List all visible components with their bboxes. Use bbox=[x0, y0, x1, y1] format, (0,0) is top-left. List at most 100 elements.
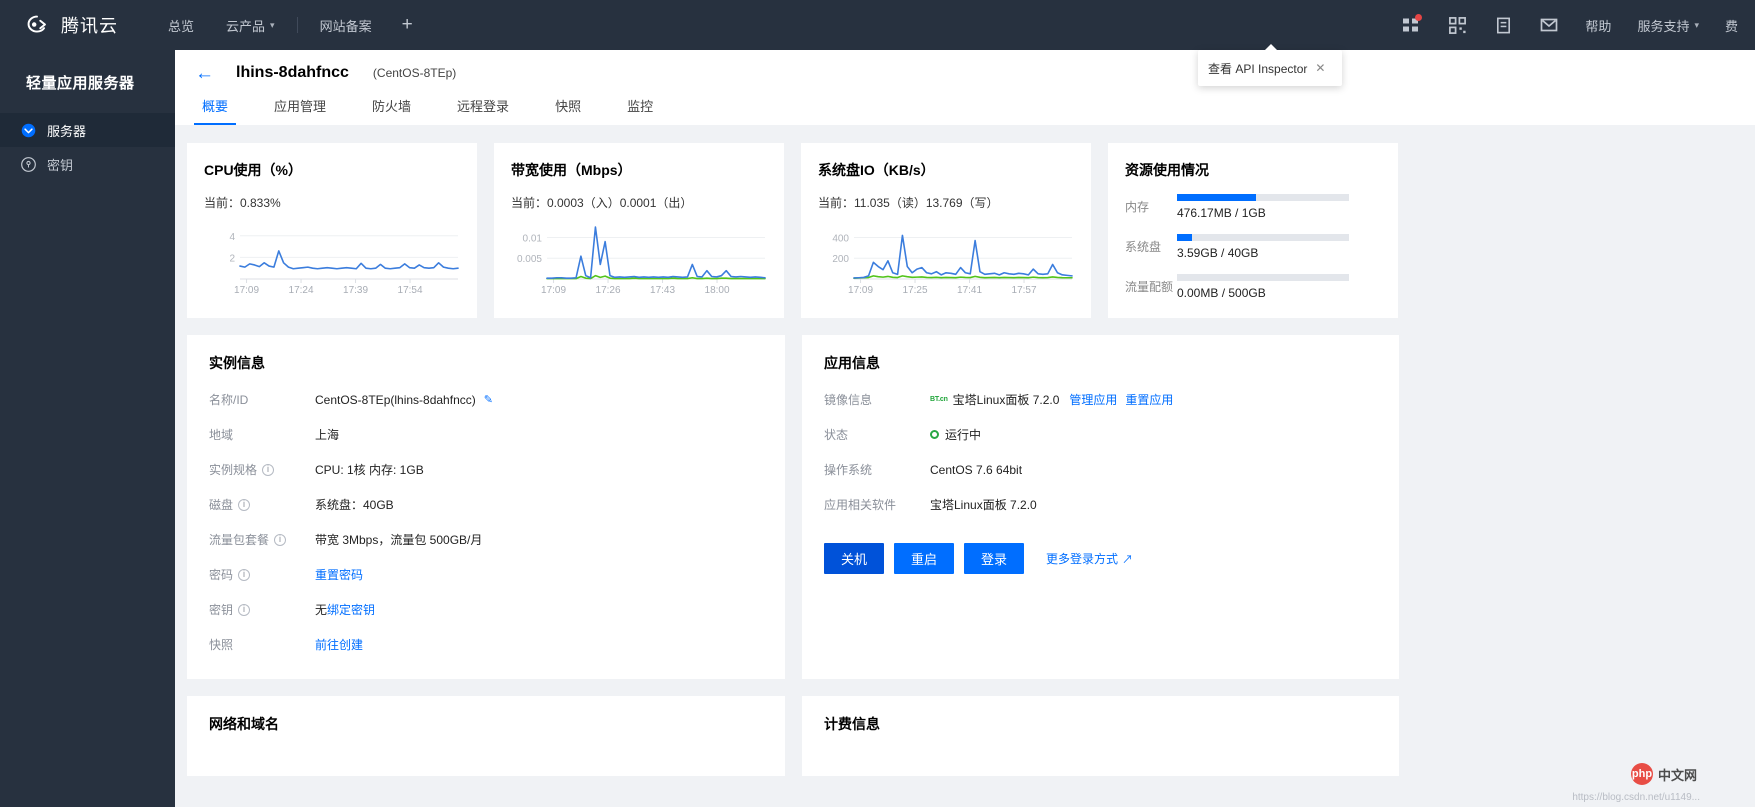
info-label-text: 流量包套餐 bbox=[209, 533, 270, 547]
api-inspector-tooltip-text: 查看 API Inspector bbox=[1208, 61, 1308, 76]
disk-io-chart-svg: 200 400 17:09 17:25 17:41 17:57 bbox=[832, 233, 1073, 296]
apps-icon-button[interactable] bbox=[1388, 0, 1434, 50]
billing-label: 费 bbox=[1724, 18, 1738, 34]
close-icon[interactable]: ✕ bbox=[1315, 61, 1325, 75]
app-row-os: 操作系统 CentOS 7.6 64bit bbox=[824, 461, 1377, 478]
os-value: CentOS 7.6 64bit bbox=[930, 462, 1023, 477]
sidebar-item-label: 密钥 bbox=[47, 157, 74, 173]
svg-text:17:54: 17:54 bbox=[398, 285, 423, 296]
status-badge: 运行中 bbox=[945, 428, 982, 442]
usage-row-traffic-quota: 流量配额 0.00MB / 500GB bbox=[1125, 274, 1381, 300]
app-row-software: 应用相关软件 宝塔Linux面板 7.2.0 bbox=[824, 496, 1377, 513]
sidebar-item-servers[interactable]: 服务器 bbox=[0, 113, 175, 147]
cpu-chart: 2 4 17:09 17:24 17:39 17:54 bbox=[204, 221, 460, 297]
help-link[interactable]: 帮助 bbox=[1572, 0, 1624, 50]
info-icon[interactable]: i bbox=[238, 603, 251, 616]
cpu-usage-card: CPU使用（%） 当前：0.833% 2 4 17:09 17:24 17:39 17:5… bbox=[187, 143, 477, 318]
reset-app-link[interactable]: 重置应用 bbox=[1125, 391, 1173, 408]
svg-text:17:39: 17:39 bbox=[343, 285, 368, 296]
instance-row-password: 密码 i 重置密码 bbox=[209, 566, 763, 583]
topnav-item-overview[interactable]: 总览 bbox=[152, 0, 210, 50]
page-title-row: ← lhins-8dahfncc (CentOS-8TEp) bbox=[175, 50, 1755, 96]
instance-info-card: 实例信息 名称/ID CentOS-8TEp(lhins-8dahfncc) ✎… bbox=[187, 335, 785, 679]
bandwidth-current-value: 当前：0.0003（入）0.0001（出） bbox=[511, 196, 693, 210]
billing-link[interactable]: 费 bbox=[1712, 0, 1751, 50]
topnav-item-products[interactable]: 云产品 ▾ bbox=[210, 0, 291, 50]
instance-row-name: 名称/ID CentOS-8TEp(lhins-8dahfncc) ✎ bbox=[209, 391, 763, 408]
svg-text:18:00: 18:00 bbox=[705, 285, 730, 296]
app-action-buttons: 关机 重启 登录 更多登录方式 ↗ bbox=[824, 543, 1377, 574]
disk-io-card-title: 系统盘IO（KB/s） bbox=[818, 162, 935, 178]
svg-text:17:26: 17:26 bbox=[596, 285, 621, 296]
add-shortcut-button[interactable]: + bbox=[388, 0, 427, 50]
svg-text:0.005: 0.005 bbox=[517, 254, 542, 265]
bandwidth-chart: 0.005 0.01 17:09 17:26 17:43 18:00 bbox=[511, 221, 767, 297]
topnav-label: 总览 bbox=[168, 18, 195, 34]
sidebar-item-keys[interactable]: 密钥 bbox=[0, 147, 175, 181]
status-running-icon bbox=[930, 430, 939, 439]
disk-usage-value: 3.59GB / 40GB bbox=[1177, 246, 1259, 260]
tab-app-management[interactable]: 应用管理 bbox=[266, 96, 334, 125]
info-label-text: 密码 bbox=[209, 568, 234, 582]
reset-password-link[interactable]: 重置密码 bbox=[315, 566, 363, 583]
top-header: 腾讯云 总览 云产品 ▾ 网站备案 + 帮助 服务支持 ▾ 费 bbox=[0, 0, 1755, 50]
software-value: 宝塔Linux面板 7.2.0 bbox=[930, 498, 1037, 512]
info-icon[interactable]: i bbox=[262, 463, 275, 476]
bt-panel-logo-icon: BT.cn bbox=[930, 396, 948, 403]
bottom-row: 网络和域名 计费信息 bbox=[187, 696, 1743, 776]
php-watermark: php 中文网 bbox=[1630, 763, 1697, 785]
create-snapshot-link[interactable]: 前往创建 bbox=[315, 636, 363, 653]
bandwidth-usage-card: 带宽使用（Mbps） 当前：0.0003（入）0.0001（出） 0.005 0.… bbox=[494, 143, 784, 318]
cpu-card-title: CPU使用（%） bbox=[204, 162, 303, 178]
info-icon[interactable]: i bbox=[238, 568, 251, 581]
nav-divider bbox=[296, 17, 298, 33]
tab-monitor[interactable]: 监控 bbox=[619, 96, 661, 125]
usage-row-system-disk: 系统盘 3.59GB / 40GB bbox=[1125, 234, 1381, 260]
help-label: 帮助 bbox=[1585, 18, 1612, 34]
tab-firewall[interactable]: 防火墙 bbox=[364, 96, 419, 125]
brand-logo-group[interactable]: 腾讯云 bbox=[0, 10, 152, 40]
more-login-methods-link[interactable]: 更多登录方式 ↗ bbox=[1046, 550, 1133, 567]
info-label-text: 名称/ID bbox=[209, 393, 249, 407]
qrcode-icon-button[interactable] bbox=[1434, 0, 1480, 50]
chevron-down-icon: ▾ bbox=[1694, 19, 1699, 30]
document-icon-button[interactable] bbox=[1480, 0, 1526, 50]
overview-content: CPU使用（%） 当前：0.833% 2 4 17:09 17:24 17:39 17:5… bbox=[175, 125, 1755, 776]
tab-snapshot[interactable]: 快照 bbox=[547, 96, 589, 125]
tab-remote-login[interactable]: 远程登录 bbox=[449, 96, 517, 125]
shutdown-button[interactable]: 关机 bbox=[824, 543, 884, 574]
resource-usage-card: 资源使用情况 内存 476.17MB / 1GB 系统盘 3.59GB / 40… bbox=[1108, 143, 1398, 318]
edit-pencil-icon[interactable]: ✎ bbox=[484, 393, 493, 406]
top-right-group: 帮助 服务支持 ▾ 费 bbox=[1388, 0, 1755, 50]
info-icon[interactable]: i bbox=[238, 498, 251, 511]
mail-icon-button[interactable] bbox=[1526, 0, 1572, 50]
info-label-text: 操作系统 bbox=[824, 463, 873, 477]
app-info-card: 应用信息 镜像信息 BT.cn 宝塔Linux面板 7.2.0 管理应用 重置应… bbox=[802, 335, 1399, 679]
sidebar: 轻量应用服务器 服务器 密钥 bbox=[0, 50, 175, 807]
restart-button[interactable]: 重启 bbox=[894, 543, 954, 574]
spec-value: CPU: 1核 内存: 1GB bbox=[315, 463, 424, 477]
topnav-item-icp[interactable]: 网站备案 bbox=[304, 0, 388, 50]
svg-text:17:43: 17:43 bbox=[650, 285, 675, 296]
key-icon bbox=[18, 154, 38, 174]
info-label-text: 快照 bbox=[209, 638, 234, 652]
chevron-down-icon: ▾ bbox=[270, 19, 275, 30]
billing-info-card: 计费信息 bbox=[802, 696, 1399, 776]
svg-text:2: 2 bbox=[229, 253, 235, 264]
login-button[interactable]: 登录 bbox=[964, 543, 1024, 574]
svg-text:17:57: 17:57 bbox=[1012, 285, 1037, 296]
tab-overview[interactable]: 概要 bbox=[194, 96, 237, 125]
api-inspector-tooltip: 查看 API Inspector ✕ bbox=[1198, 44, 1342, 86]
manage-app-link[interactable]: 管理应用 bbox=[1069, 391, 1117, 408]
info-icon[interactable]: i bbox=[274, 533, 287, 546]
tab-bar: 概要 应用管理 防火墙 远程登录 快照 监控 bbox=[175, 96, 1755, 125]
region-value: 上海 bbox=[315, 428, 340, 442]
svg-text:17:41: 17:41 bbox=[957, 285, 982, 296]
svg-text:200: 200 bbox=[832, 254, 849, 265]
svg-text:17:09: 17:09 bbox=[848, 285, 873, 296]
bind-key-link[interactable]: 绑定密钥 bbox=[327, 601, 375, 618]
back-arrow-icon[interactable]: ← bbox=[195, 64, 214, 83]
support-link[interactable]: 服务支持 ▾ bbox=[1624, 0, 1712, 50]
key-value: 无 bbox=[315, 603, 328, 617]
watermark-text: 中文网 bbox=[1657, 767, 1697, 783]
